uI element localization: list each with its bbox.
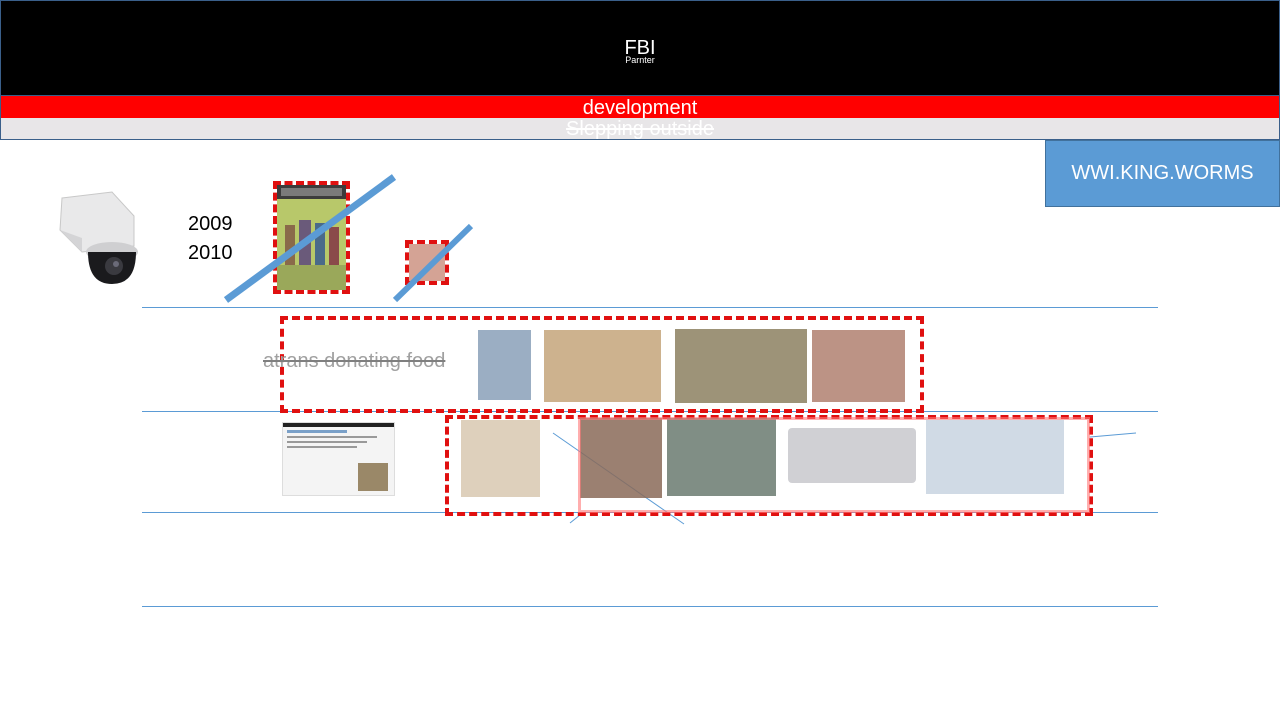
news-article-thumbnail xyxy=(282,422,395,496)
photo-thumbnail xyxy=(812,330,905,402)
photo-thumbnail xyxy=(478,330,531,400)
photo-thumbnail xyxy=(461,420,540,497)
highlight-frame xyxy=(578,417,1090,513)
photo-thumbnail xyxy=(675,329,807,403)
row2-text: atrans donating food xyxy=(263,350,446,372)
photo-thumbnail xyxy=(544,330,661,402)
